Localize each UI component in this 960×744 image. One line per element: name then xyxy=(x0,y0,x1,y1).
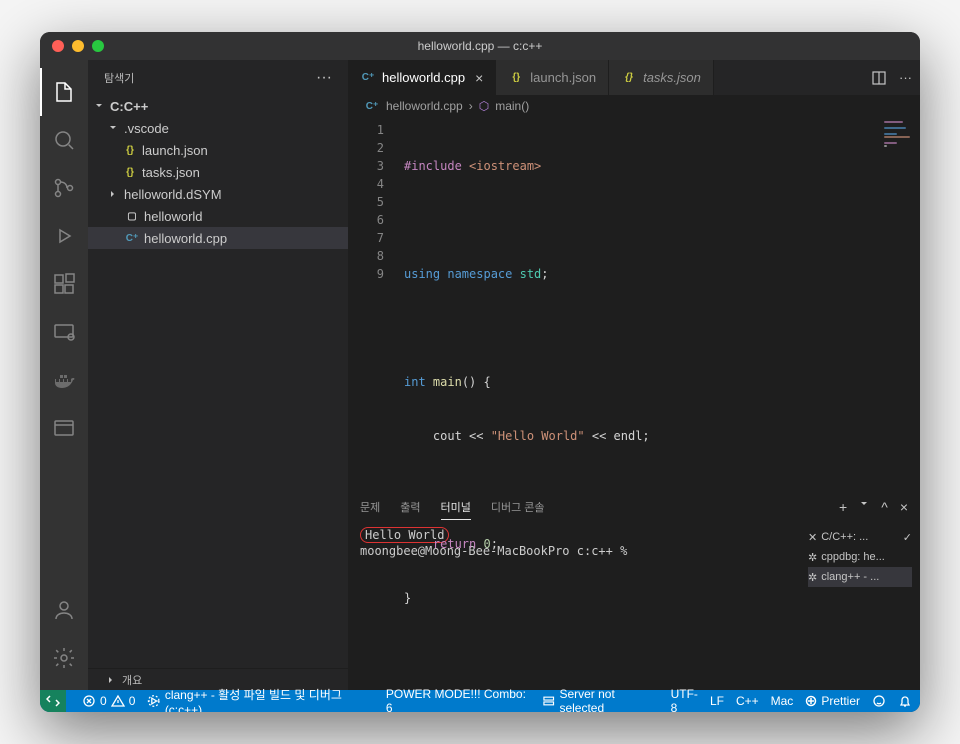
status-eol[interactable]: LF xyxy=(710,694,724,708)
activity-bar xyxy=(40,60,88,690)
activity-debug-icon[interactable] xyxy=(40,212,88,260)
check-icon: ✓ xyxy=(903,531,912,544)
tree-root[interactable]: C:C++ xyxy=(88,95,348,117)
chevron-right-icon xyxy=(104,673,118,687)
code-content[interactable]: #include <iostream> using namespace std;… xyxy=(396,117,880,490)
activity-remote-icon[interactable] xyxy=(40,308,88,356)
code-editor[interactable]: 123 456 789 #include <iostream> using na… xyxy=(348,117,920,490)
file-tree: C:C++ .vscode {} launch.json {} tasks.js… xyxy=(88,95,348,668)
close-window-button[interactable] xyxy=(52,40,64,52)
activity-search-icon[interactable] xyxy=(40,116,88,164)
status-bar: 0 0 clang++ - 활성 파일 빌드 및 디버그 (c:c++) POW… xyxy=(40,690,920,712)
tree-folder-dsym[interactable]: helloworld.dSYM xyxy=(88,183,348,205)
cpp-file-icon: C⁺ xyxy=(360,70,376,86)
status-notifications-icon[interactable] xyxy=(898,694,912,708)
binary-file-icon: ▢ xyxy=(124,208,140,224)
editor-tabs: C⁺ helloworld.cpp × {} launch.json {} ta… xyxy=(348,60,920,95)
tree-file-helloworld[interactable]: ▢ helloworld xyxy=(88,205,348,227)
cpp-file-icon: C⁺ xyxy=(124,230,140,246)
tree-file-tasks-json[interactable]: {} tasks.json xyxy=(88,161,348,183)
line-gutter: 123 456 789 xyxy=(348,117,396,490)
activity-scm-icon[interactable] xyxy=(40,164,88,212)
status-language[interactable]: C++ xyxy=(736,694,759,708)
tree-file-launch-json[interactable]: {} launch.json xyxy=(88,139,348,161)
editor-more-icon[interactable]: ··· xyxy=(899,70,912,85)
status-platform[interactable]: Mac xyxy=(771,694,794,708)
window-title: helloworld.cpp — c:c++ xyxy=(40,39,920,53)
tab-close-icon[interactable]: × xyxy=(475,70,483,86)
activity-docker-icon[interactable] xyxy=(40,356,88,404)
activity-account-icon[interactable] xyxy=(40,586,88,634)
traffic-lights xyxy=(52,40,104,52)
split-editor-icon[interactable] xyxy=(871,70,887,86)
chevron-down-icon xyxy=(92,99,106,113)
status-power-mode[interactable]: POWER MODE!!! Combo: 6 xyxy=(386,687,530,712)
maximize-window-button[interactable] xyxy=(92,40,104,52)
json-file-icon: {} xyxy=(122,164,138,180)
close-panel-icon[interactable]: × xyxy=(900,499,908,515)
status-errors[interactable]: 0 0 xyxy=(82,694,135,708)
tab-launch-json[interactable]: {} launch.json xyxy=(496,60,609,95)
sidebar-header: 탐색기 ··· xyxy=(88,60,348,95)
sidebar-more-icon[interactable]: ··· xyxy=(316,69,332,87)
activity-extensions-icon[interactable] xyxy=(40,260,88,308)
chevron-right-icon xyxy=(106,187,120,201)
minimize-window-button[interactable] xyxy=(72,40,84,52)
breadcrumb[interactable]: C⁺ helloworld.cpp › ⬡ main() xyxy=(348,95,920,117)
json-file-icon: {} xyxy=(122,142,138,158)
tree-file-helloworld-cpp[interactable]: C⁺ helloworld.cpp xyxy=(88,227,348,249)
panel-tab-problems[interactable]: 문제 xyxy=(360,495,380,519)
status-encoding[interactable]: UTF-8 xyxy=(671,687,698,712)
minimap[interactable] xyxy=(880,117,920,490)
symbol-icon: ⬡ xyxy=(479,99,489,113)
status-feedback-icon[interactable] xyxy=(872,694,886,708)
maximize-panel-icon[interactable]: ^ xyxy=(881,499,888,515)
breadcrumb-separator-icon: › xyxy=(469,99,473,113)
activity-project-icon[interactable] xyxy=(40,404,88,452)
tab-helloworld-cpp[interactable]: C⁺ helloworld.cpp × xyxy=(348,60,496,95)
activity-explorer-icon[interactable] xyxy=(40,68,88,116)
tab-tasks-json[interactable]: {} tasks.json xyxy=(609,60,714,95)
tree-folder-vscode[interactable]: .vscode xyxy=(88,117,348,139)
titlebar[interactable]: helloworld.cpp — c:c++ xyxy=(40,32,920,60)
editor-tab-actions: ··· xyxy=(863,60,920,95)
json-file-icon: {} xyxy=(508,70,524,86)
status-remote-icon[interactable] xyxy=(40,690,66,712)
explorer-sidebar: 탐색기 ··· C:C++ .vscode {} launch.json {} xyxy=(88,60,348,690)
cpp-file-icon: C⁺ xyxy=(364,98,380,114)
sidebar-title: 탐색기 xyxy=(104,70,134,86)
json-file-icon: {} xyxy=(621,70,637,86)
status-formatter[interactable]: Prettier xyxy=(805,694,860,708)
status-build-task[interactable]: clang++ - 활성 파일 빌드 및 디버그 (c:c++) xyxy=(147,686,374,713)
activity-settings-icon[interactable] xyxy=(40,634,88,682)
status-server[interactable]: Server not selected xyxy=(542,687,659,712)
chevron-down-icon xyxy=(106,121,120,135)
app-window: helloworld.cpp — c:c++ xyxy=(40,32,920,712)
editor-area: C⁺ helloworld.cpp × {} launch.json {} ta… xyxy=(348,60,920,690)
